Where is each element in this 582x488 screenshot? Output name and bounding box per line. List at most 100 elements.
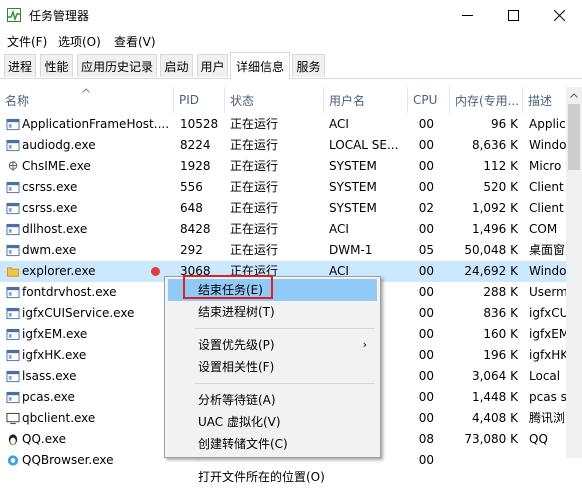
maximize-button[interactable]: [490, 0, 536, 30]
cell-status: 正在运行: [230, 222, 279, 236]
column-header-cpu[interactable]: CPU: [408, 87, 450, 113]
folder-icon: [6, 267, 20, 277]
monitor-icon: [6, 412, 20, 425]
cell-mem: 112 K: [483, 159, 518, 173]
table-row[interactable]: ApplicationFrameHost.... 10528 正在运行 ACI 00 96…: [0, 114, 566, 135]
cell-desc: Local: [529, 369, 561, 383]
context-menu-item-label: 结束进程树(T): [198, 305, 275, 319]
cell-desc: pcas se: [529, 390, 566, 404]
cell-name: explorer.exe: [22, 264, 96, 278]
context-menu-item[interactable]: UAC 虚拟化(V): [168, 411, 377, 433]
column-header-pid[interactable]: PID: [174, 87, 225, 113]
cell-cpu: 00: [418, 222, 434, 236]
menu-options[interactable]: 选项(O): [58, 33, 101, 50]
app-window-icon: [6, 307, 20, 320]
cell-mem: 1,496 K: [471, 222, 518, 236]
app-window-icon: [6, 391, 20, 404]
cell-mem: 160 K: [483, 327, 518, 341]
table-row[interactable]: dllhost.exe 8428 正在运行 ACI 00 1,496 K COM: [0, 219, 566, 240]
cell-name: ApplicationFrameHost....: [22, 117, 170, 131]
cell-desc: Client: [529, 180, 564, 194]
cell-mem: 1,092 K: [471, 201, 518, 215]
cell-cpu: 02: [418, 201, 434, 215]
title-bar: 任务管理器: [0, 0, 582, 30]
cell-pid: 292: [180, 243, 203, 257]
tab-processes[interactable]: 进程: [4, 54, 36, 77]
cell-name: dwm.exe: [22, 243, 77, 257]
menu-view[interactable]: 查看(V): [114, 33, 156, 50]
app-window-icon: [6, 181, 20, 194]
chevron-up-icon: [570, 93, 578, 98]
context-menu-item[interactable]: 分析等待链(A): [168, 389, 377, 411]
window-title: 任务管理器: [29, 9, 90, 23]
close-icon: [553, 9, 565, 21]
column-header-memory[interactable]: 内存(专用...: [450, 87, 523, 113]
cell-name: csrss.exe: [22, 180, 78, 194]
cell-name: dllhost.exe: [22, 222, 88, 236]
cell-status: 正在运行: [230, 159, 279, 173]
table-row[interactable]: dwm.exe 292 正在运行 DWM-1 05 50,048 K 桌面窗: [0, 240, 566, 261]
context-menu-item-label: 设置相关性(F): [198, 360, 275, 374]
column-header-user[interactable]: 用户名: [324, 87, 408, 113]
app-window-icon: [6, 202, 20, 215]
tab-services[interactable]: 服务: [292, 54, 325, 77]
cell-mem: 24,692 K: [464, 264, 518, 278]
cell-desc: Windo: [529, 138, 566, 152]
cell-name: fontdrvhost.exe: [22, 285, 117, 299]
tab-performance[interactable]: 性能: [40, 54, 73, 77]
cell-cpu: 00: [418, 264, 434, 278]
cell-desc: 腾讯浏: [529, 411, 566, 425]
cell-user: LOCAL SE...: [329, 138, 399, 152]
cell-name: lsass.exe: [22, 369, 77, 383]
tab-app-history[interactable]: 应用历史记录: [77, 54, 157, 77]
cell-pid: 8428: [180, 222, 211, 236]
context-menu-item-label: 打开文件所在的位置(O): [198, 470, 325, 484]
context-menu-item[interactable]: 打开文件所在的位置(O): [168, 466, 377, 488]
context-menu-item-label: 设置优先级(P): [198, 338, 275, 352]
scrollbar-thumb[interactable]: [568, 104, 580, 170]
close-button[interactable]: [536, 0, 582, 30]
context-menu-item[interactable]: 设置优先级(P) ›: [168, 334, 377, 356]
cell-cpu: 00: [418, 348, 434, 362]
scroll-up-button[interactable]: [566, 87, 582, 104]
column-header-status[interactable]: 状态: [225, 87, 324, 113]
context-menu-item-label: UAC 虚拟化(V): [198, 415, 281, 429]
cell-name: ChsIME.exe: [22, 159, 91, 173]
menu-file[interactable]: 文件(F): [7, 33, 47, 50]
column-header-name[interactable]: 名称: [0, 87, 174, 113]
tab-users[interactable]: 用户: [197, 54, 228, 77]
cell-desc: [529, 450, 566, 471]
table-row[interactable]: csrss.exe 556 正在运行 SYSTEM 00 520 K Client: [0, 177, 566, 198]
cell-cpu: 08: [418, 432, 434, 446]
app-window-icon: [6, 244, 20, 257]
table-row[interactable]: csrss.exe 648 正在运行 SYSTEM 02 1,092 K Client: [0, 198, 566, 219]
context-menu-item[interactable]: 结束进程树(T): [168, 301, 377, 323]
cell-mem: 4,408 K: [471, 411, 518, 425]
context-menu-item-label: 分析等待链(A): [198, 393, 276, 407]
submenu-arrow-icon: ›: [362, 338, 367, 351]
cell-mem: 196 K: [483, 348, 518, 362]
context-menu-item[interactable]: 设置相关性(F): [168, 356, 377, 378]
cell-mem: 96 K: [491, 117, 518, 131]
cell-pid: 648: [180, 201, 203, 215]
cell-status: 正在运行: [230, 243, 279, 257]
cell-mem: 520 K: [483, 180, 518, 194]
minimize-icon: [461, 14, 473, 16]
cell-cpu: 05: [418, 243, 434, 257]
tab-details[interactable]: 详细信息: [230, 52, 290, 79]
table-row[interactable]: ChsIME.exe 1928 正在运行 SYSTEM 00 112 K Micro: [0, 156, 566, 177]
menu-separator: [195, 328, 375, 329]
cell-mem: 3,064 K: [471, 369, 518, 383]
app-window-icon: [6, 139, 20, 152]
context-menu-item[interactable]: 创建转储文件(C): [168, 433, 377, 455]
cell-cpu: 00: [418, 138, 434, 152]
app-window-icon: [6, 349, 20, 362]
minimize-button[interactable]: [444, 0, 490, 30]
cell-status: 正在运行: [230, 180, 279, 194]
table-row[interactable]: audiodg.exe 8224 正在运行 LOCAL SE... 00 8,636 K W…: [0, 135, 566, 156]
column-header-description[interactable]: 描述: [523, 87, 566, 113]
cell-pid: 1928: [180, 159, 211, 173]
qq-penguin-icon: [8, 434, 18, 446]
cell-desc: igfxEM: [529, 327, 566, 341]
tab-startup[interactable]: 启动: [160, 54, 193, 77]
